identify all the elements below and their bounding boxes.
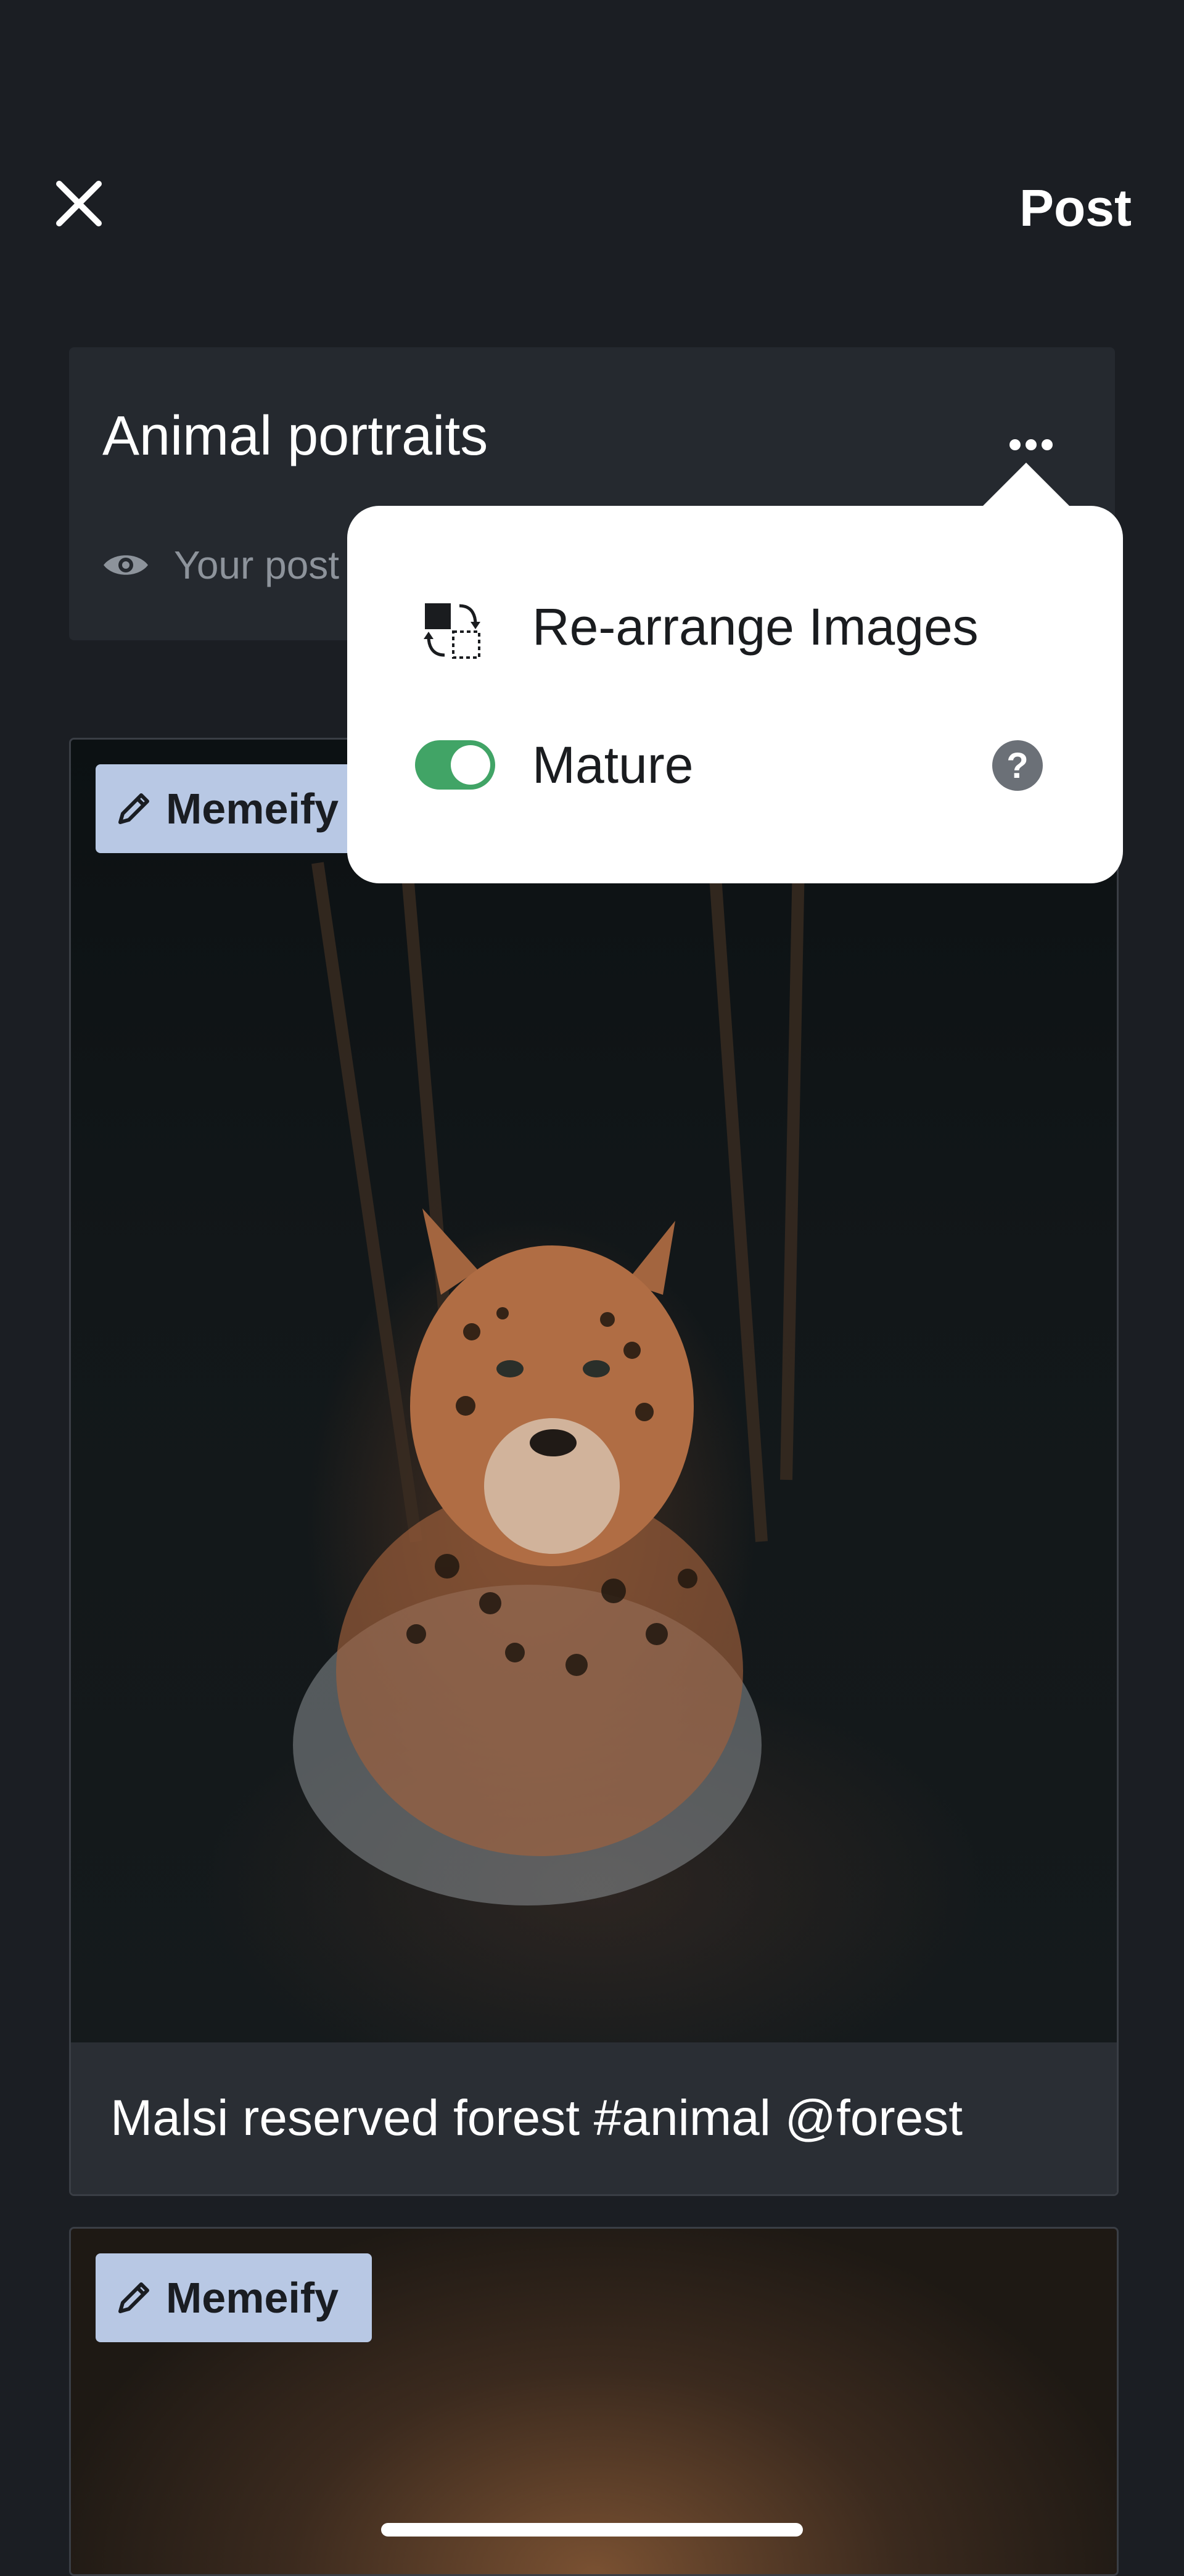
post-title: Animal portraits	[102, 405, 488, 467]
rearrange-images-icon	[424, 603, 480, 659]
menu-item-label: Re-arrange Images	[532, 597, 979, 656]
toggle-knob	[451, 745, 490, 785]
memeify-label: Memeify	[166, 2274, 339, 2322]
memeify-label: Memeify	[166, 785, 339, 833]
leopard-illustration	[293, 832, 805, 1905]
memeify-button[interactable]: Memeify	[96, 764, 372, 853]
pencil-icon	[118, 2282, 149, 2313]
help-question-icon[interactable]: ?	[992, 740, 1043, 791]
top-bar: Post	[0, 0, 1184, 345]
menu-caret	[983, 463, 1069, 506]
image-caption[interactable]: Malsi reserved forest #animal @forest	[71, 2042, 1117, 2194]
visibility-info: Your post	[102, 542, 339, 588]
menu-item-label: Mature	[532, 735, 694, 794]
post-image-leopard[interactable]: Memeify	[71, 740, 1117, 2042]
home-indicator	[381, 2523, 803, 2537]
more-options-button[interactable]	[1006, 432, 1056, 457]
post-button[interactable]: Post	[1019, 180, 1132, 236]
pencil-icon	[118, 793, 149, 824]
mature-toggle[interactable]	[415, 740, 495, 790]
ellipsis-icon	[1009, 439, 1053, 450]
close-icon	[56, 181, 102, 226]
options-dropdown-menu: Re-arrange Images Mature ?	[347, 506, 1123, 883]
menu-item-mature[interactable]: Mature ?	[347, 709, 1123, 820]
close-button[interactable]	[48, 173, 110, 234]
eye-icon	[104, 555, 148, 575]
visibility-text: Your post	[174, 543, 340, 587]
menu-item-rearrange-images[interactable]: Re-arrange Images	[347, 571, 1123, 682]
caption-text: Malsi reserved forest #animal @forest	[110, 2090, 963, 2146]
memeify-button-2[interactable]: Memeify	[96, 2253, 372, 2342]
image-card: Memeify Malsi reserved forest #animal @f…	[69, 738, 1119, 2196]
